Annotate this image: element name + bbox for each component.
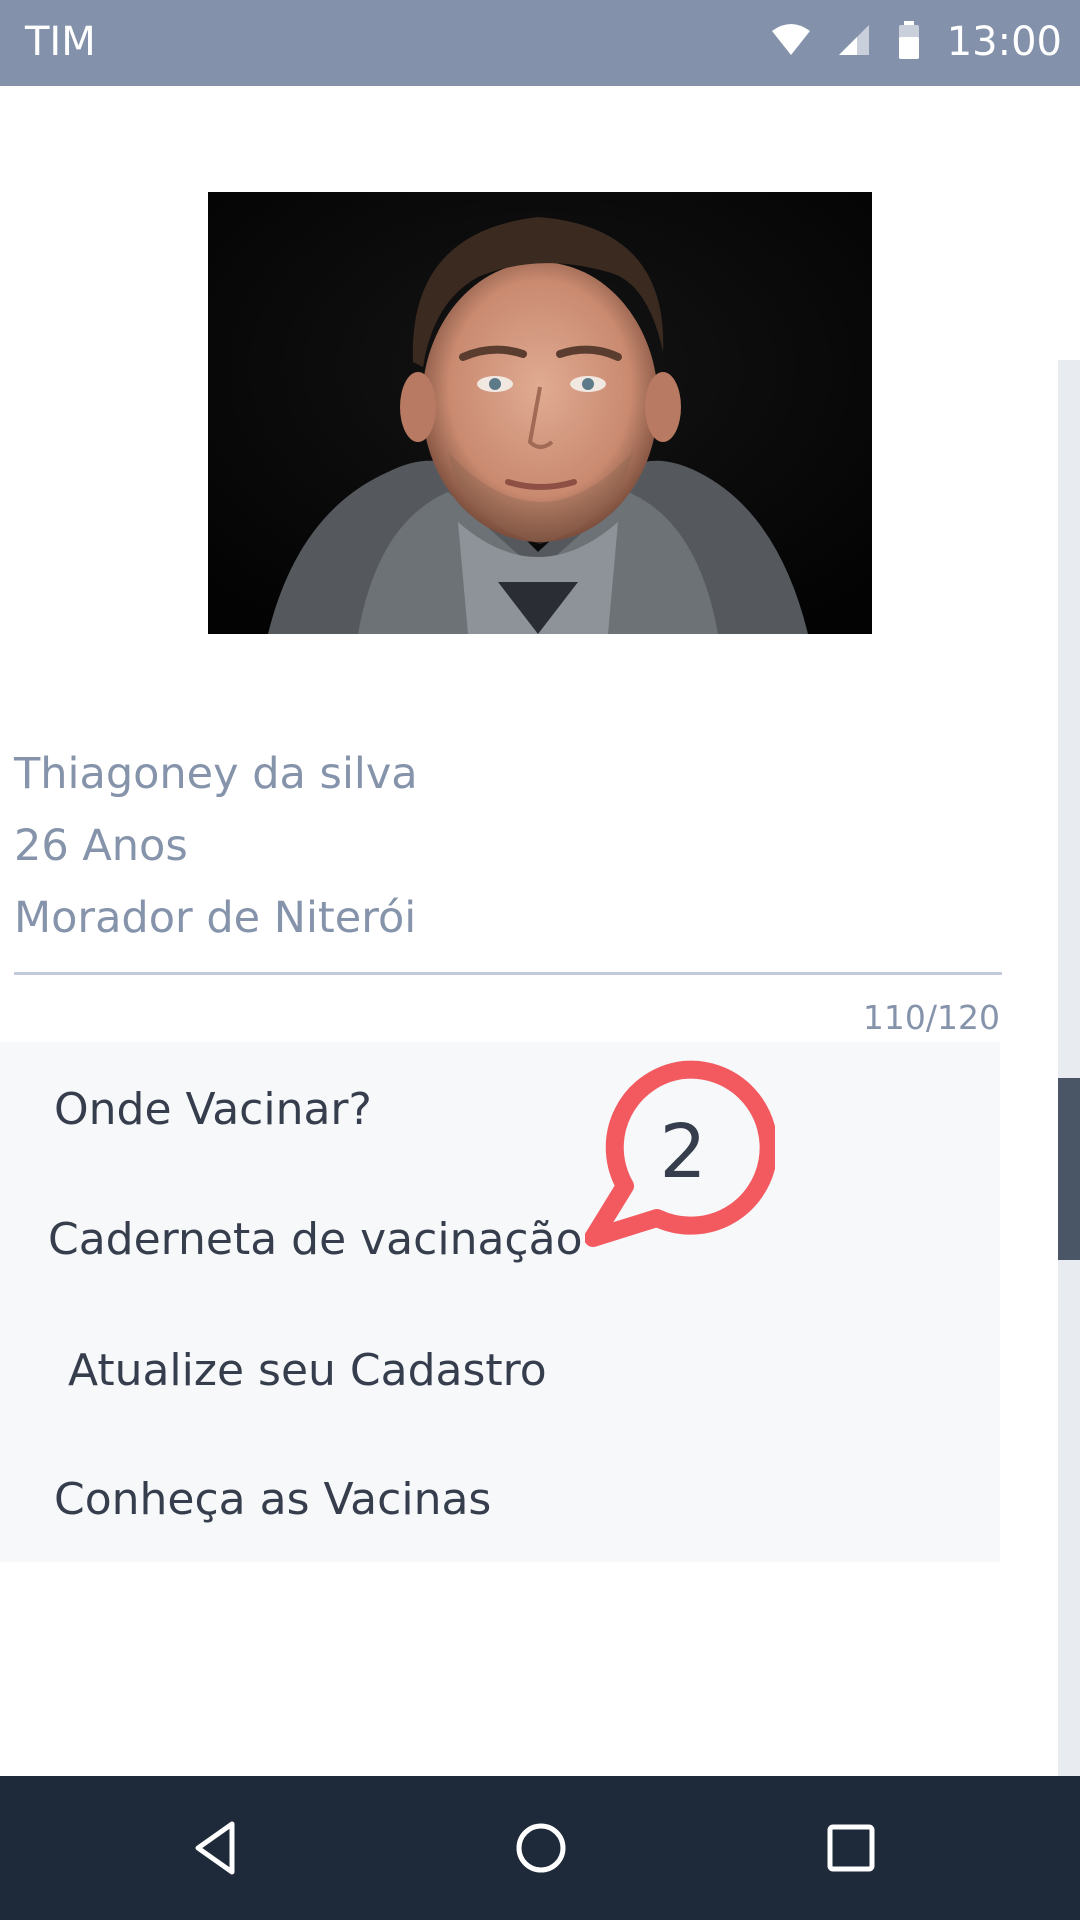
character-counter: 110/120 [862,998,1000,1037]
recents-icon[interactable] [815,1812,887,1884]
menu-item-atualize-cadastro[interactable]: Atualize seu Cadastro [68,1343,547,1399]
wifi-icon [771,23,811,62]
home-icon[interactable] [505,1812,577,1884]
status-icons: 13:00 [771,14,1062,70]
profile-age: 26 Anos [14,821,188,871]
battery-icon [897,20,921,64]
notification-count: 2 [659,1109,707,1195]
back-icon[interactable] [180,1812,252,1884]
profile-location: Morador de Niterói [14,893,417,943]
menu-item-caderneta[interactable]: Caderneta de vacinação [48,1212,583,1268]
clock: 13:00 [946,19,1062,65]
profile-name: Thiagoney da silva [14,749,418,799]
divider [14,972,1002,975]
app-screen: TIM 13:00 Thiagoney da silva 26 Anos Mor… [0,0,1080,1920]
signal-icon [837,23,871,62]
status-bar: TIM 13:00 [0,0,1080,86]
menu-list: Onde Vacinar? Caderneta de vacinação Atu… [0,1042,1000,1562]
navigation-bar [0,1776,1080,1920]
menu-item-conheca-vacinas[interactable]: Conheça as Vacinas [54,1472,491,1528]
scrollbar-thumb[interactable] [1058,1078,1080,1260]
carrier-name: TIM [25,19,96,65]
menu-item-onde-vacinar[interactable]: Onde Vacinar? [54,1082,372,1138]
profile-photo [208,192,872,634]
